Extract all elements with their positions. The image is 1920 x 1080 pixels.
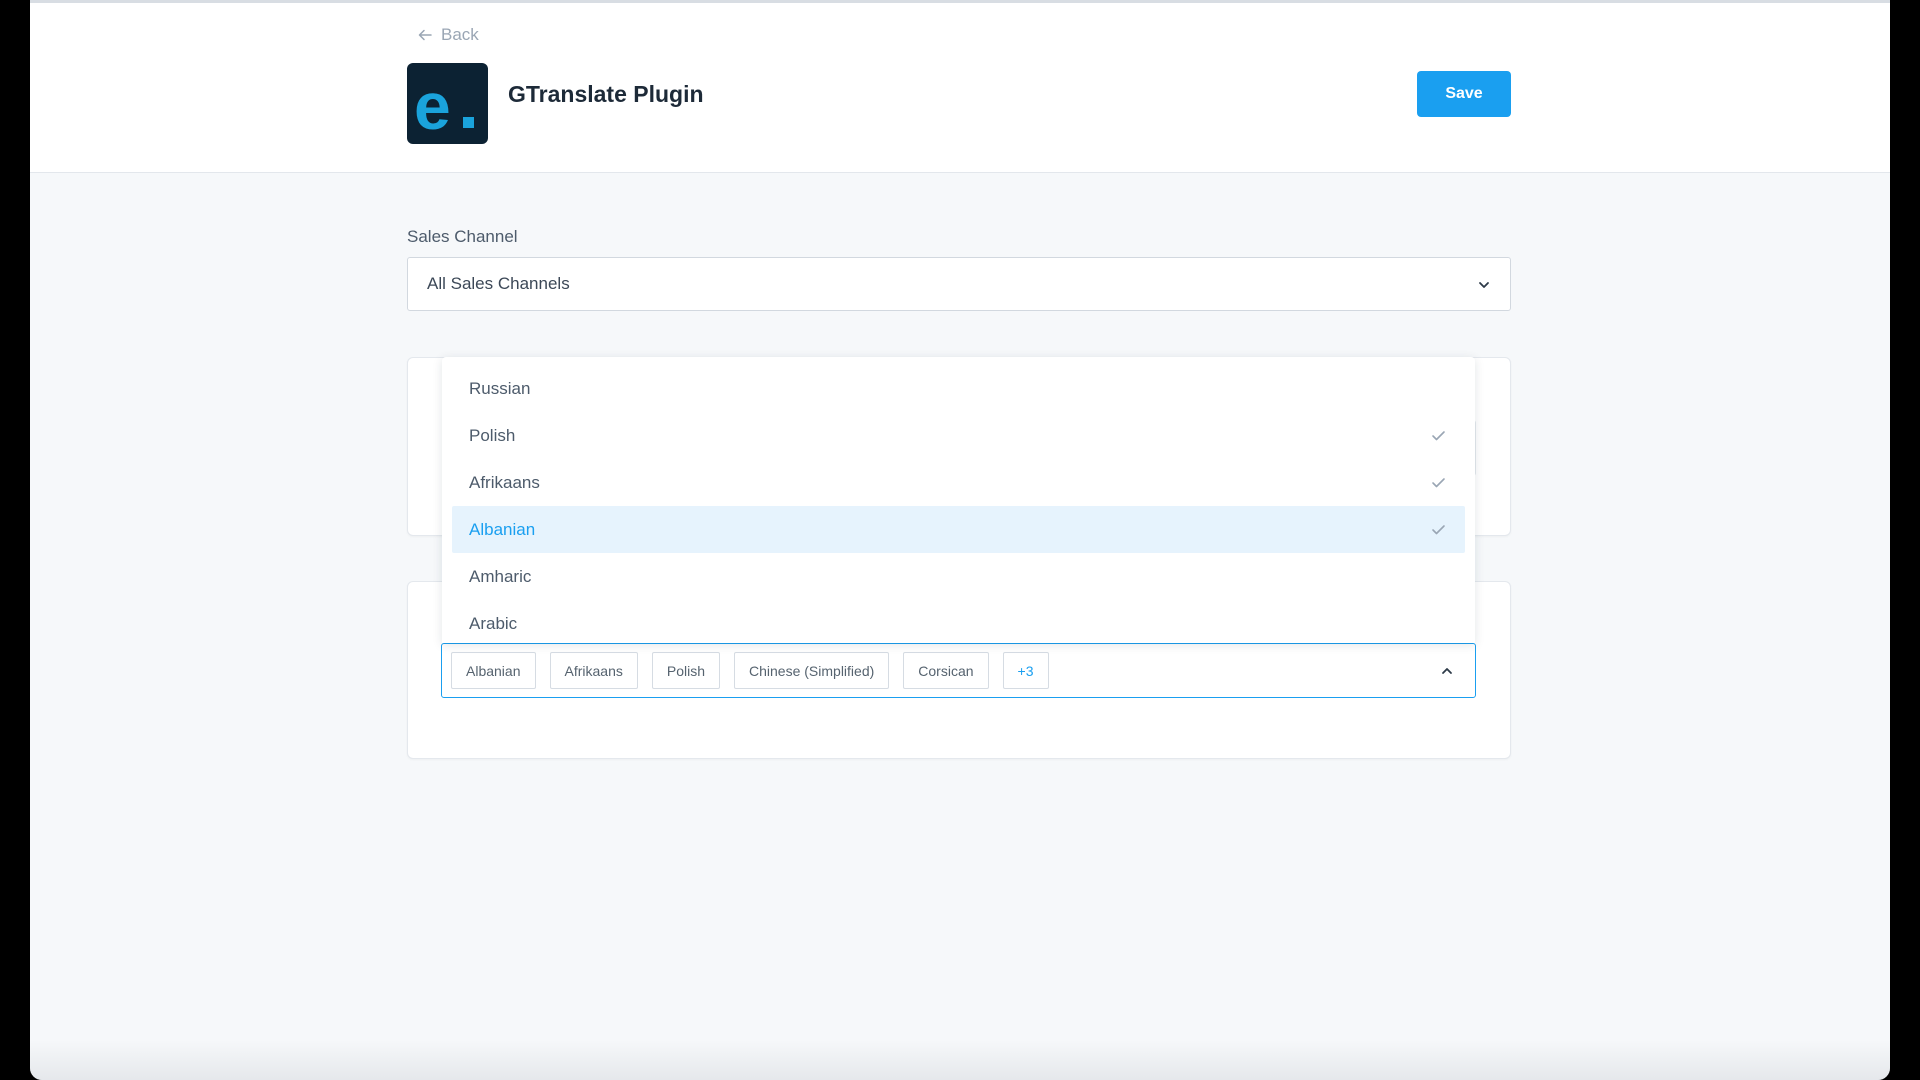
language-chip[interactable]: Polish — [651, 652, 720, 689]
check-icon — [1432, 478, 1445, 488]
language-chip[interactable]: Chinese (Simplified) — [734, 652, 890, 689]
arrow-left-icon — [418, 29, 432, 41]
language-option[interactable]: Amharic — [452, 553, 1465, 600]
check-icon — [1432, 431, 1445, 441]
language-option[interactable]: Arabic — [452, 600, 1465, 643]
back-label: Back — [441, 25, 479, 44]
language-chip[interactable]: Afrikaans — [549, 652, 638, 689]
app-viewport: Back e GTranslate Plugin Save Sales Chan… — [30, 0, 1890, 1080]
language-chip[interactable]: Corsican — [903, 652, 989, 689]
plugin-logo: e — [407, 63, 488, 144]
language-option[interactable]: Polish — [452, 412, 1465, 459]
option-label: Arabic — [469, 613, 518, 633]
language-option[interactable]: Russian — [452, 365, 1465, 412]
sales-channel-label: Sales Channel — [407, 227, 518, 246]
option-label: Albanian — [469, 519, 536, 539]
more-languages-chip[interactable]: +3 — [1002, 652, 1049, 689]
language-multiselect[interactable]: Albanian Afrikaans Polish Chinese (Simpl… — [441, 643, 1476, 698]
chevron-up-icon[interactable] — [1440, 664, 1454, 678]
page-header: Back e GTranslate Plugin Save — [30, 0, 1890, 173]
save-button[interactable]: Save — [1417, 71, 1511, 117]
language-option[interactable]: Afrikaans — [452, 459, 1465, 506]
check-icon — [1432, 525, 1445, 535]
sales-channel-select[interactable]: All Sales Channels — [407, 257, 1511, 311]
language-option-highlighted[interactable]: Albanian — [452, 506, 1465, 553]
bottom-shadow — [30, 1040, 1890, 1080]
option-label: Amharic — [469, 566, 532, 586]
chevron-down-icon — [1479, 282, 1489, 288]
language-chip[interactable]: Albanian — [451, 652, 536, 689]
svg-text:e: e — [414, 69, 451, 143]
option-label: Polish — [469, 425, 516, 445]
page-title: GTranslate Plugin — [508, 81, 704, 107]
language-dropdown-menu: Russian Polish Afrikaans Albanian Amhari… — [442, 357, 1475, 643]
back-link[interactable]: Back — [417, 23, 479, 47]
sales-channel-value: All Sales Channels — [427, 274, 570, 293]
option-label: Afrikaans — [469, 472, 540, 492]
option-label: Russian — [469, 378, 531, 398]
